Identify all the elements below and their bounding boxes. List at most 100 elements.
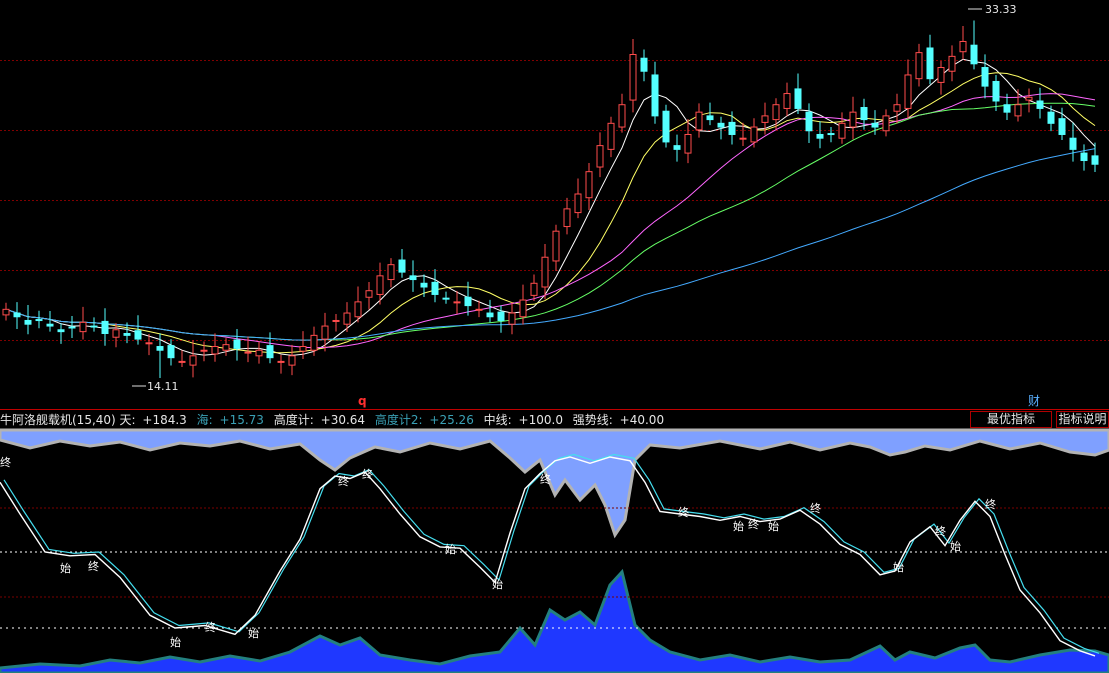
candle	[981, 54, 989, 99]
candle	[35, 310, 43, 329]
candle	[970, 20, 978, 70]
qiangshi-label: 强势线:	[573, 413, 613, 427]
candle	[387, 258, 395, 288]
candle	[1014, 89, 1022, 122]
indicator-explain-button[interactable]: 指标说明	[1056, 411, 1109, 428]
candle	[255, 341, 263, 364]
candle	[794, 73, 802, 115]
high-annotation: 33.33	[968, 3, 1017, 16]
signal-label: 始	[893, 560, 904, 574]
candle	[46, 310, 54, 332]
candle	[486, 299, 494, 323]
sea-area	[0, 568, 1109, 673]
signal-label: 始	[445, 542, 456, 556]
zhongxian-value: +100.0	[519, 413, 563, 427]
candle	[266, 332, 274, 364]
best-indicator-button[interactable]: 最优指标	[970, 411, 1052, 428]
candle	[816, 121, 824, 149]
candle	[453, 290, 461, 315]
sky-area	[0, 428, 1109, 539]
low-annotation: 14.11	[132, 380, 179, 393]
candle	[959, 26, 967, 60]
gaodu2-value: +25.26	[429, 413, 473, 427]
tian-value: +184.3	[142, 413, 186, 427]
candle	[508, 302, 516, 335]
candle	[178, 350, 186, 367]
candle	[882, 109, 890, 137]
candlesticks	[2, 20, 1099, 378]
candle	[2, 302, 10, 321]
candle	[101, 308, 109, 346]
candle	[68, 316, 76, 338]
signal-label: 始	[170, 635, 181, 649]
candle	[211, 333, 219, 362]
candle	[343, 302, 351, 333]
candle	[827, 127, 835, 143]
signal-label: 终	[338, 474, 349, 488]
candle	[926, 34, 934, 85]
candle	[607, 116, 615, 158]
candle	[992, 74, 1000, 112]
candle	[233, 329, 241, 361]
signal-label: 始	[60, 561, 71, 575]
gaodu-value: +30.64	[321, 413, 365, 427]
candle	[684, 119, 692, 164]
candle	[849, 96, 857, 140]
candle	[805, 103, 813, 144]
candle	[948, 45, 956, 82]
marker-cai: 财	[1028, 394, 1040, 408]
high-value-label: 33.33	[985, 3, 1017, 16]
signal-label: 终	[362, 467, 373, 481]
candle	[1069, 122, 1077, 162]
signal-label: 始	[733, 519, 744, 533]
candle	[409, 260, 417, 292]
candle	[90, 317, 98, 332]
hai-value: +15.73	[220, 413, 264, 427]
ma20-line	[5, 93, 1096, 349]
stock-chart: 33.33 14.11 q 财 牛阿洛舰载机(15,40) 天: +184.3 …	[0, 3, 1109, 673]
candle	[112, 323, 120, 348]
price-grid	[0, 60, 1109, 341]
signal-label: 终	[985, 497, 996, 511]
low-value-label: 14.11	[147, 380, 179, 393]
candle	[321, 312, 329, 352]
candle	[1091, 142, 1099, 173]
candle	[332, 313, 340, 332]
candle	[585, 162, 593, 210]
candle	[13, 302, 21, 330]
candle	[398, 249, 406, 278]
signal-label: 终	[88, 559, 99, 573]
signal-label: 终	[0, 455, 11, 469]
candle	[57, 323, 65, 344]
candle	[189, 340, 197, 378]
candle	[563, 197, 571, 235]
candle	[354, 286, 362, 323]
signal-label: 终	[810, 501, 821, 515]
candle	[79, 306, 87, 340]
ma30-line	[5, 102, 1096, 341]
candle	[1047, 105, 1055, 132]
candle	[1036, 87, 1044, 119]
candle	[365, 281, 373, 310]
candle	[200, 341, 208, 362]
candle	[277, 354, 285, 374]
candle	[783, 82, 791, 117]
candle	[640, 49, 648, 82]
candle	[673, 134, 681, 162]
candle	[596, 132, 604, 178]
candle	[431, 269, 439, 303]
signal-label: 终	[205, 620, 216, 634]
candle	[1025, 88, 1033, 113]
candle	[442, 291, 450, 304]
indicator-name: 牛阿洛舰载机(15,40) 天:	[0, 412, 136, 427]
signal-label: 终	[935, 524, 946, 538]
candle	[695, 103, 703, 138]
candle	[629, 39, 637, 113]
candle	[530, 274, 538, 301]
candle	[893, 93, 901, 124]
signal-label: 终	[748, 517, 759, 531]
candle	[651, 61, 659, 124]
signal-label: 始	[248, 626, 259, 640]
candle	[618, 93, 626, 133]
candle	[1080, 144, 1088, 171]
